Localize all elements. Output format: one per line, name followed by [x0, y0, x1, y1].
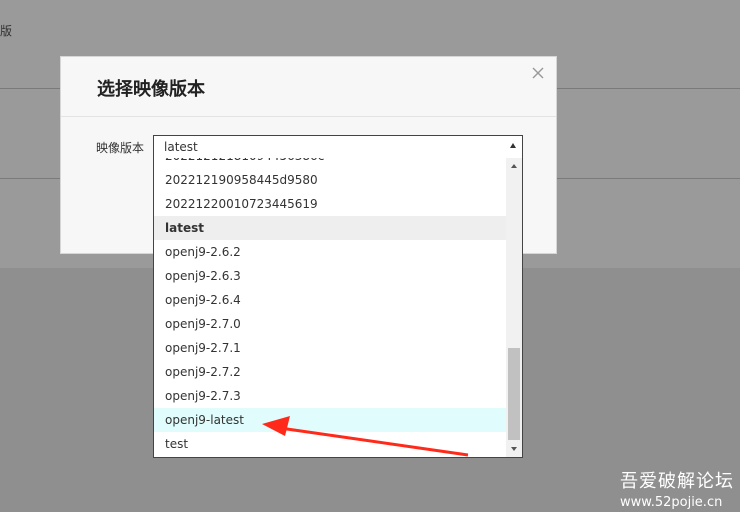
watermark: 吾爱破解论坛 www.52pojie.cn: [620, 467, 734, 510]
arrow-head: [262, 416, 290, 436]
watermark-url: www.52pojie.cn: [620, 495, 723, 510]
watermark-title: 吾爱破解论坛: [620, 471, 734, 492]
red-annotation-arrow: [262, 416, 469, 457]
arrow-shaft: [279, 426, 469, 457]
